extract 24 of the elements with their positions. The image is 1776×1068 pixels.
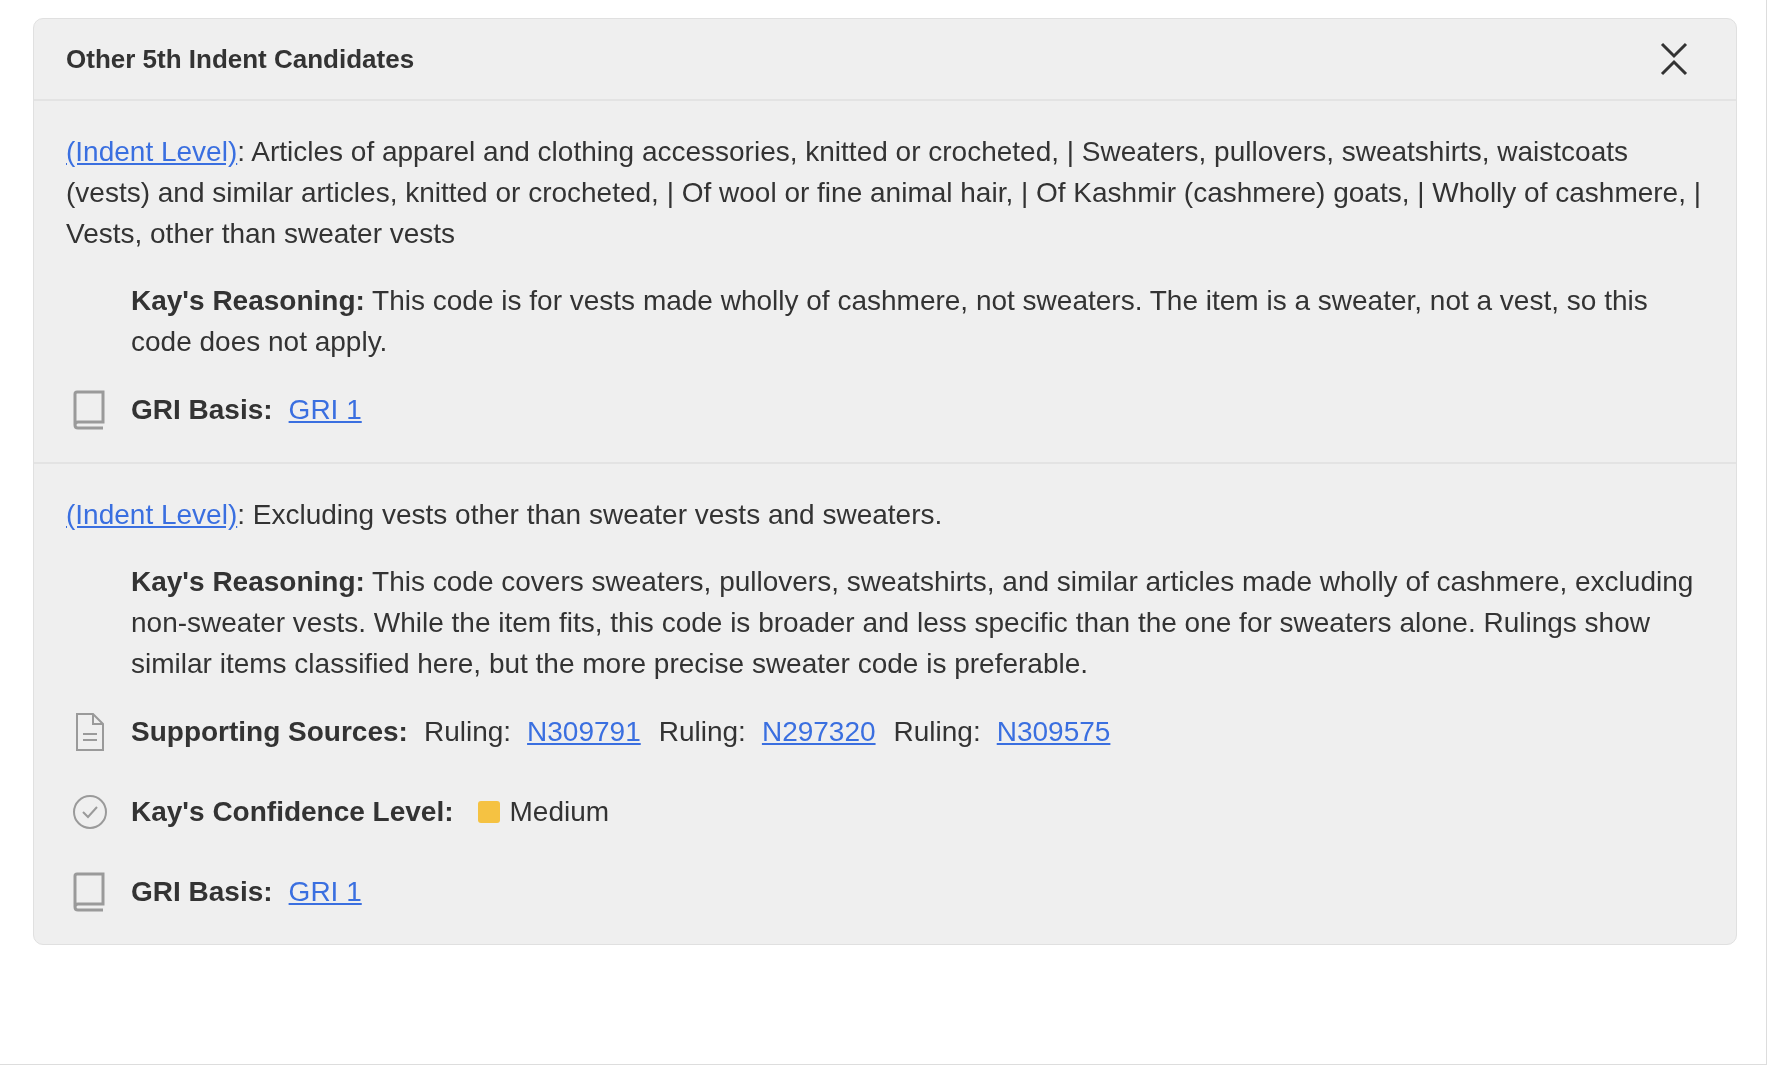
- indent-level-link[interactable]: (Indent Level): [66, 136, 238, 167]
- collapse-icon[interactable]: [1660, 42, 1688, 76]
- check-circle-icon: [72, 794, 108, 830]
- book-icon: [72, 390, 106, 430]
- detail-label: Kay's Confidence Level:: [131, 796, 454, 828]
- reasoning-text: Kay's Reasoning: This code is for vests made wholly of cashmere, not sweaters. The item is a sweater, not a vest, so this code does not apply.: [131, 284, 1649, 359]
- panel-title: Other 5th Indent Candidates: [66, 43, 415, 75]
- confidence-value: Medium: [509, 796, 610, 828]
- ruling-label: Ruling:: [893, 716, 981, 748]
- detail-label: GRI Basis:: [131, 876, 273, 908]
- book-icon: [72, 872, 106, 912]
- ruling-label: Ruling:: [423, 716, 512, 748]
- ruling-link[interactable]: N309575: [996, 716, 1111, 748]
- ruling-label: Ruling:: [658, 716, 746, 748]
- gri-link[interactable]: GRI 1: [288, 394, 362, 426]
- candidate-description: (Indent Level): Articles of apparel and clothing accessories, knitted or crocheted, | Sweaters, pullovers, sweatshirts, waistcoats (vests) and similar articles, knitted or crocheted, | Of wool or fine animal hair, | Of Kashmir (cashmere) goats, | Wholly of cashmere, | Vests, other than sweater vests: [66, 135, 1702, 251]
- indent-level-link[interactable]: (Indent Level): [66, 499, 238, 530]
- candidate-description: (Indent Level): Excluding vests other than sweater vests and sweaters.: [66, 498, 944, 532]
- gri-link[interactable]: GRI 1: [288, 876, 362, 908]
- ruling-link[interactable]: N309791: [527, 716, 641, 748]
- detail-label: GRI Basis:: [131, 394, 273, 426]
- detail-label: Supporting Sources:: [131, 716, 408, 748]
- ruling-link[interactable]: N297320: [761, 716, 876, 748]
- reasoning-text: Kay's Reasoning: This code covers sweaters, pullovers, sweatshirts, and similar articles made wholly of cashmere, excluding non-sweater vests. While the item fits, this code is broader and less specific than the one for sweaters alone. Rulings show similar items classified here, but the more precise sweater code is preferable.: [131, 565, 1695, 681]
